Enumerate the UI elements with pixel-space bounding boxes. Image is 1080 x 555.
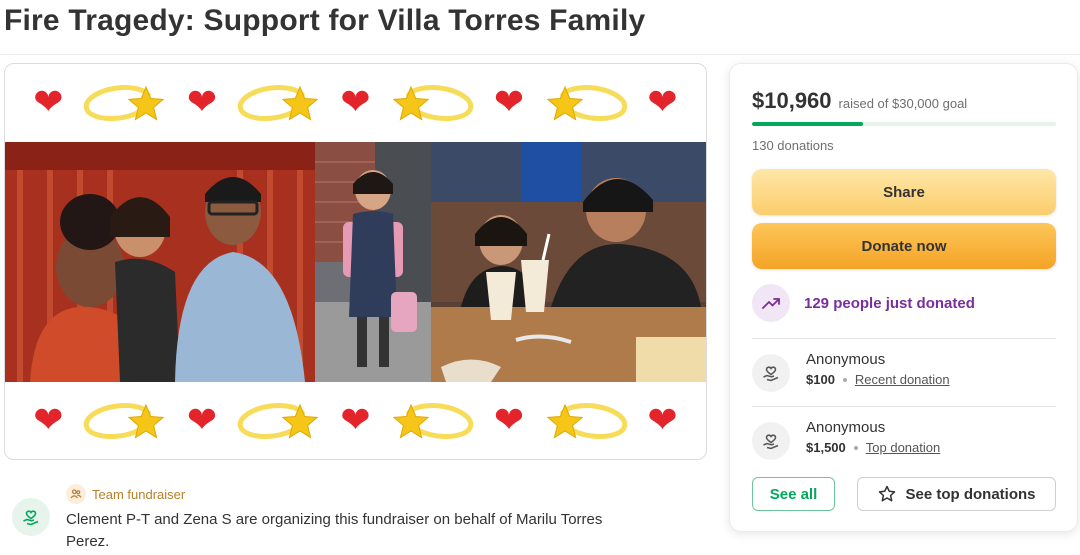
progress-fill [752,122,863,126]
shooting-star-icon [237,84,319,122]
donor-name: Anonymous [806,419,886,436]
organizer-description: Clement P-T and Zena S are organizing th… [66,511,603,550]
donor-name: Anonymous [806,351,886,368]
trending-up-icon [752,284,790,322]
decoration-row-top: ❤ ❤ ❤ ❤ ❤ [5,64,706,142]
separator-dot [842,377,847,382]
donor-item-recent: Anonymous $100 Recent donation [752,350,950,392]
team-fundraiser-badge: Team fundraiser [66,484,185,504]
star-outline-icon [879,485,896,502]
donate-now-button[interactable]: Donate now [752,223,1056,269]
divider [752,338,1056,339]
page-title: Fire Tragedy: Support for Villa Torres F… [4,4,646,37]
heart-icon: ❤ [340,400,371,441]
team-fundraiser-label: Team fundraiser [92,486,186,502]
heart-hand-icon [12,498,50,536]
heart-icon: ❤ [33,400,64,441]
milkshake-photo [431,142,706,382]
see-top-donations-button[interactable]: See top donations [857,477,1056,511]
heart-icon: ❤ [33,82,64,123]
hero-image[interactable]: ❤ ❤ ❤ ❤ ❤ ❤ ❤ ❤ ❤ ❤ [4,63,707,460]
donor-avatar-icon [752,422,790,460]
separator-dot [853,445,858,450]
photo-collage [5,142,706,382]
shooting-star-icon [546,402,627,440]
raised-summary: $10,960 raised of $30,000 goal [752,88,967,114]
momentum-notice: 129 people just donated [752,284,975,322]
people-icon [66,484,86,504]
heart-icon: ❤ [186,400,217,441]
progress-bar [752,122,1056,126]
donor-tag-link[interactable]: Top donation [866,440,940,455]
family-photo [5,142,315,382]
momentum-text: 129 people just donated [804,294,975,312]
see-top-donations-label: See top donations [905,485,1036,503]
see-all-button[interactable]: See all [752,477,835,511]
heart-icon: ❤ [647,82,678,123]
heart-icon: ❤ [186,82,217,123]
girl-photo [315,142,431,382]
shooting-star-icon [83,402,165,440]
raised-amount: $10,960 [752,88,832,113]
donation-count: 130 donations [752,138,834,153]
shooting-star-icon [546,84,627,122]
divider [752,406,1056,407]
shooting-star-icon [237,402,319,440]
donation-card: $10,960 raised of $30,000 goal 130 donat… [729,63,1078,532]
heart-icon: ❤ [493,82,525,123]
heart-icon: ❤ [340,82,371,123]
donor-avatar-icon [752,354,790,392]
header-divider [0,54,1080,55]
donor-tag-link[interactable]: Recent donation [855,372,950,387]
raised-goal: raised of $30,000 goal [838,96,968,111]
donor-item-top: Anonymous $1,500 Top donation [752,418,940,460]
shooting-star-icon [83,84,165,122]
heart-icon: ❤ [647,400,678,441]
donor-amount: $100 [806,372,835,387]
shooting-star-icon [392,402,474,440]
shooting-star-icon [392,84,474,122]
decoration-row-bottom: ❤ ❤ ❤ ❤ ❤ [5,382,706,459]
donor-amount: $1,500 [806,440,846,455]
heart-icon: ❤ [493,400,525,441]
share-button[interactable]: Share [752,169,1056,215]
